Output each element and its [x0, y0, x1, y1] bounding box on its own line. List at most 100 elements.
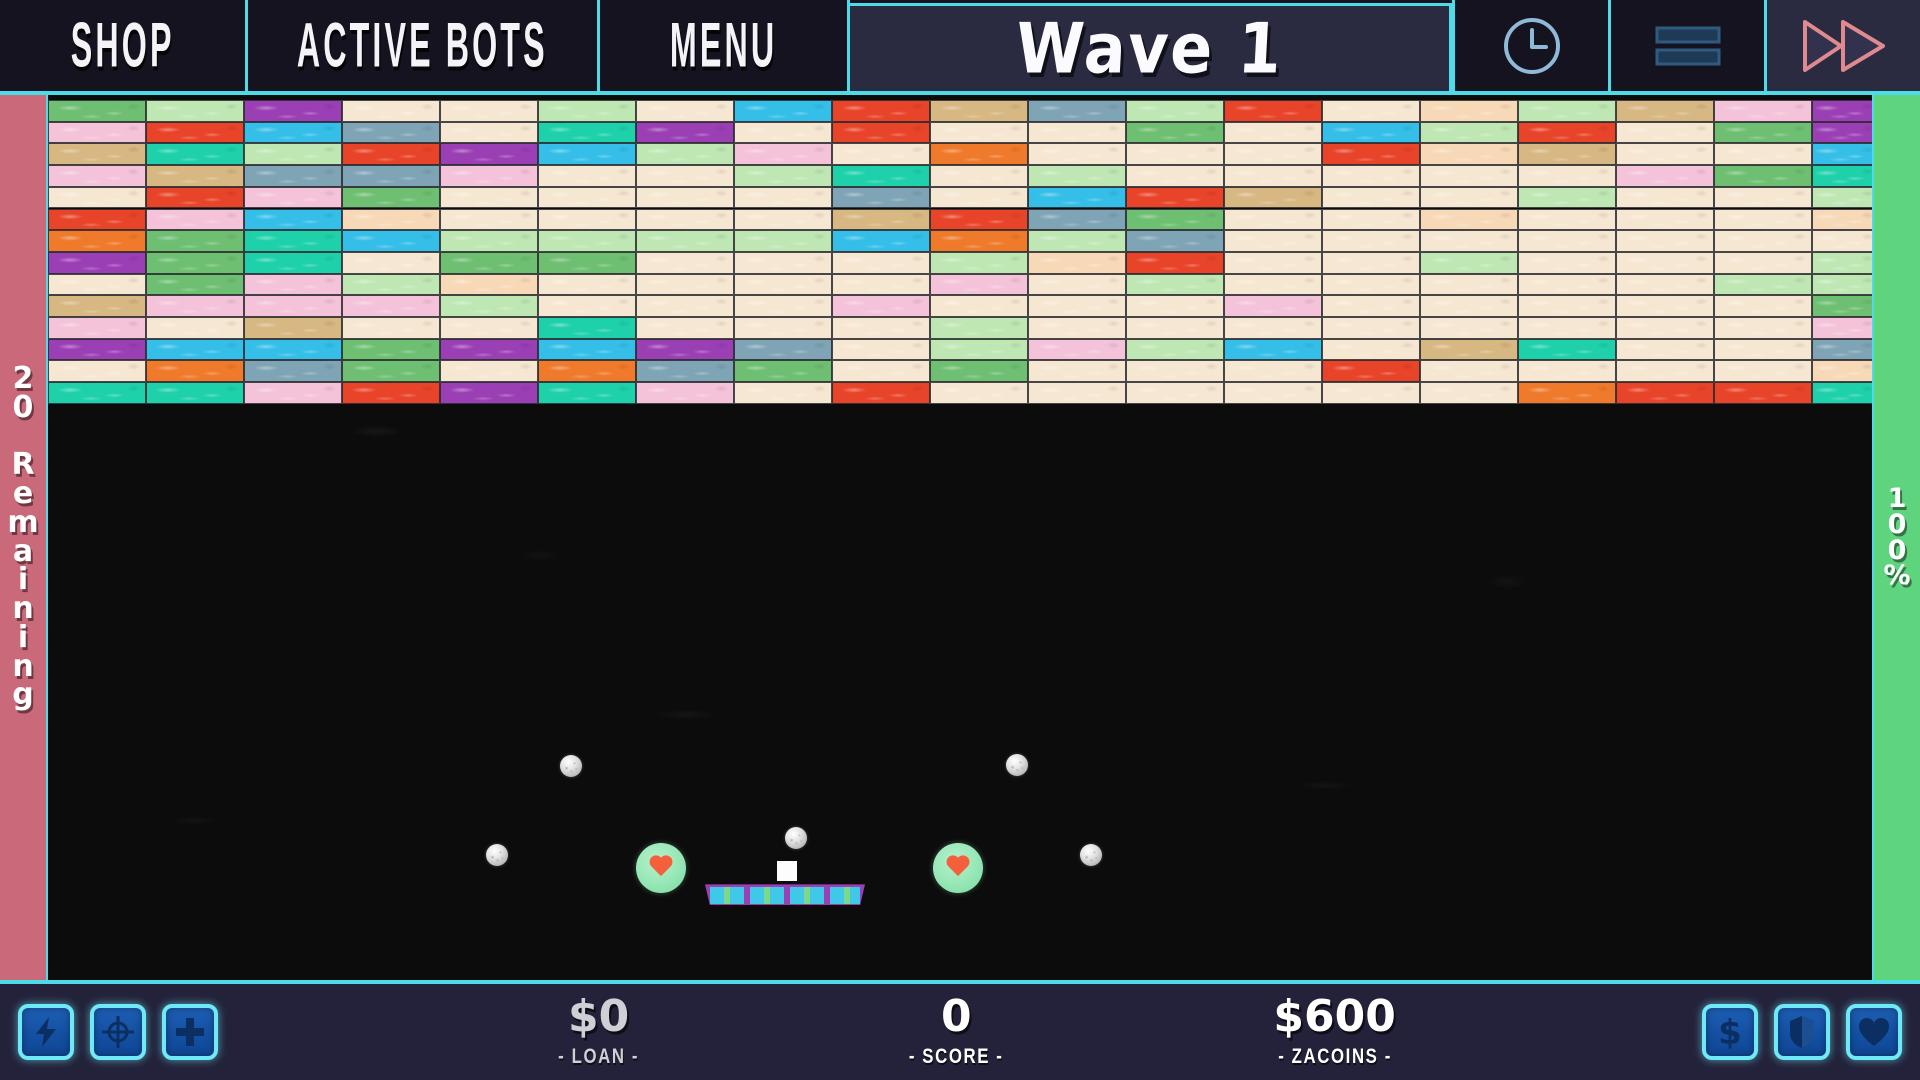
brick[interactable] — [1420, 230, 1518, 252]
brick[interactable] — [538, 143, 636, 166]
brick[interactable] — [440, 382, 538, 404]
brick[interactable] — [440, 165, 538, 187]
brick[interactable] — [1714, 295, 1812, 317]
brick[interactable] — [1616, 317, 1714, 339]
brick[interactable] — [1616, 186, 1714, 209]
brick[interactable] — [440, 295, 538, 317]
brick[interactable] — [832, 338, 930, 361]
active-bots-button[interactable]: ACTIVE BOTS — [248, 0, 600, 91]
brick[interactable] — [734, 100, 832, 122]
brick[interactable] — [1224, 186, 1322, 209]
brick[interactable] — [832, 208, 930, 231]
brick[interactable] — [1518, 273, 1616, 296]
brick[interactable] — [734, 251, 832, 274]
brick[interactable] — [440, 100, 538, 122]
brick[interactable] — [636, 208, 734, 231]
brick[interactable] — [1714, 251, 1812, 274]
brick[interactable] — [1126, 100, 1224, 122]
brick[interactable] — [1616, 165, 1714, 187]
brick[interactable] — [930, 382, 1028, 404]
brick[interactable] — [342, 317, 440, 339]
brick[interactable] — [1518, 143, 1616, 166]
brick[interactable] — [1028, 382, 1126, 404]
brick[interactable] — [832, 230, 930, 252]
ability-slot-crosshair[interactable] — [90, 1004, 146, 1060]
brick[interactable] — [538, 338, 636, 361]
brick[interactable] — [1616, 295, 1714, 317]
brick[interactable] — [1616, 230, 1714, 252]
brick[interactable] — [734, 273, 832, 296]
brick[interactable] — [1420, 317, 1518, 339]
brick[interactable] — [440, 186, 538, 209]
brick[interactable] — [1714, 360, 1812, 383]
brick[interactable] — [1028, 143, 1126, 166]
brick[interactable] — [832, 143, 930, 166]
brick[interactable] — [538, 165, 636, 187]
brick[interactable] — [1518, 186, 1616, 209]
brick[interactable] — [538, 186, 636, 209]
brick[interactable] — [1420, 273, 1518, 296]
brick[interactable] — [538, 317, 636, 339]
brick[interactable] — [440, 338, 538, 361]
shop-button[interactable]: SHOP — [0, 0, 248, 91]
brick[interactable] — [146, 295, 244, 317]
playfield[interactable] — [46, 95, 1874, 980]
ability-slot-plus[interactable] — [162, 1004, 218, 1060]
brick[interactable] — [1518, 317, 1616, 339]
brick[interactable] — [734, 186, 832, 209]
brick[interactable] — [1028, 295, 1126, 317]
brick[interactable] — [146, 382, 244, 404]
brick[interactable] — [1126, 273, 1224, 296]
brick[interactable] — [146, 143, 244, 166]
brick[interactable] — [1028, 121, 1126, 144]
brick[interactable] — [1812, 295, 1872, 317]
brick[interactable] — [1518, 338, 1616, 361]
brick[interactable] — [538, 251, 636, 274]
brick[interactable] — [1812, 100, 1872, 122]
brick[interactable] — [1714, 317, 1812, 339]
brick[interactable] — [1322, 251, 1420, 274]
brick[interactable] — [1322, 165, 1420, 187]
brick[interactable] — [1420, 360, 1518, 383]
brick[interactable] — [734, 295, 832, 317]
brick[interactable] — [832, 251, 930, 274]
brick[interactable] — [930, 143, 1028, 166]
brick[interactable] — [342, 143, 440, 166]
brick[interactable] — [48, 208, 146, 231]
brick[interactable] — [244, 295, 342, 317]
brick[interactable] — [636, 121, 734, 144]
brick[interactable] — [1714, 230, 1812, 252]
brick[interactable] — [1812, 382, 1872, 404]
brick[interactable] — [1518, 165, 1616, 187]
brick[interactable] — [1028, 230, 1126, 252]
brick[interactable] — [1028, 338, 1126, 361]
brick[interactable] — [1322, 230, 1420, 252]
brick[interactable] — [1322, 186, 1420, 209]
brick[interactable] — [146, 230, 244, 252]
brick[interactable] — [1322, 143, 1420, 166]
brick[interactable] — [1420, 208, 1518, 231]
brick[interactable] — [1812, 230, 1872, 252]
brick[interactable] — [1322, 100, 1420, 122]
brick[interactable] — [636, 186, 734, 209]
brick[interactable] — [440, 121, 538, 144]
brick[interactable] — [342, 230, 440, 252]
brick[interactable] — [440, 208, 538, 231]
brick[interactable] — [342, 208, 440, 231]
brick[interactable] — [342, 121, 440, 144]
ability-slot-health[interactable] — [1846, 1004, 1902, 1060]
brick[interactable] — [1518, 295, 1616, 317]
brick[interactable] — [734, 165, 832, 187]
brick[interactable] — [1616, 208, 1714, 231]
brick[interactable] — [244, 317, 342, 339]
brick[interactable] — [146, 165, 244, 187]
brick[interactable] — [538, 295, 636, 317]
brick[interactable] — [1126, 165, 1224, 187]
brick[interactable] — [146, 317, 244, 339]
brick[interactable] — [146, 338, 244, 361]
brick[interactable] — [1420, 338, 1518, 361]
brick[interactable] — [1616, 273, 1714, 296]
brick[interactable] — [244, 251, 342, 274]
brick[interactable] — [1126, 382, 1224, 404]
brick[interactable] — [342, 382, 440, 404]
